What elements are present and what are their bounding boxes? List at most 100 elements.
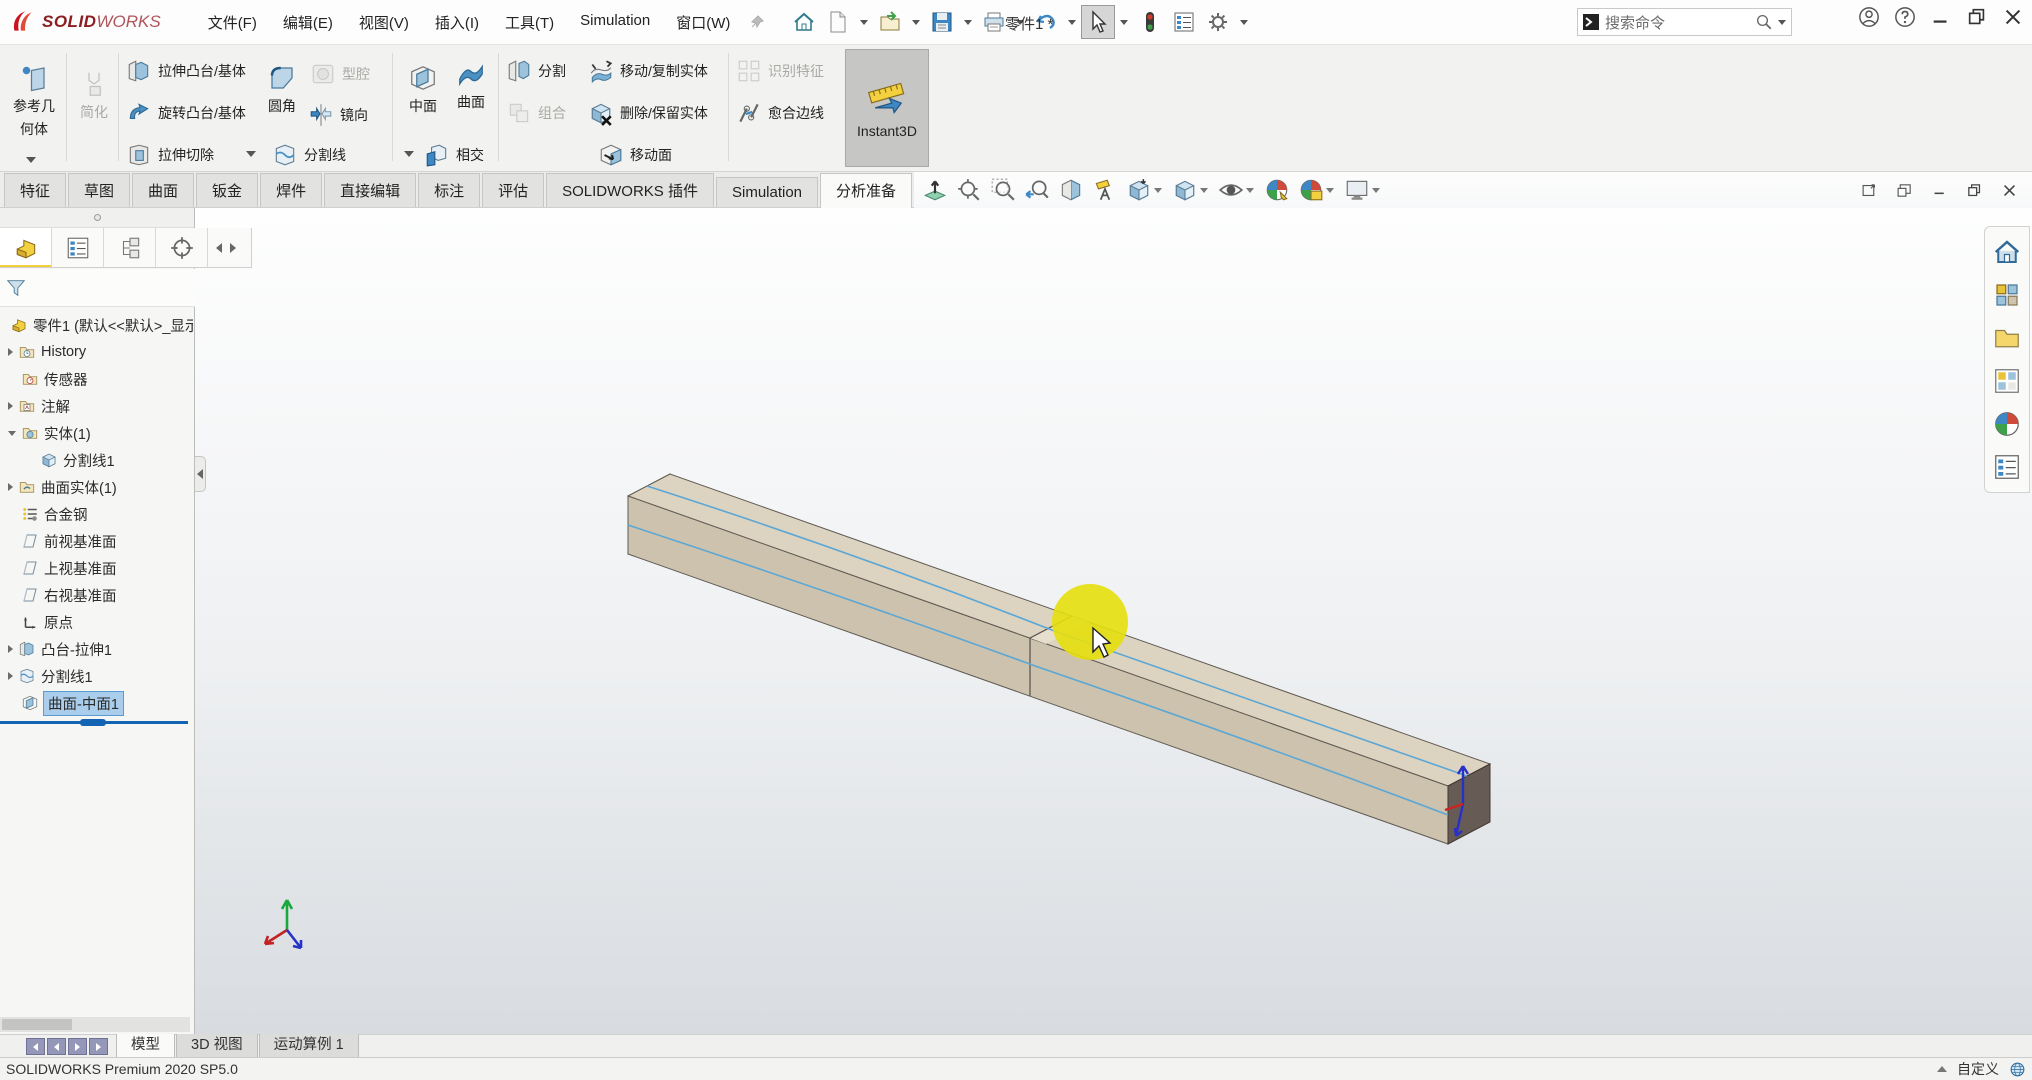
expand-arrow-icon[interactable]: [8, 483, 13, 491]
expand-arrow-icon[interactable]: [8, 672, 13, 680]
appearances-scenes-icon[interactable]: [1985, 404, 2029, 444]
account-icon[interactable]: [1858, 6, 1880, 28]
tree-item-right-plane[interactable]: 右视基准面: [0, 582, 193, 608]
tab-markup[interactable]: 标注: [418, 173, 480, 207]
pin-menu-icon[interactable]: [749, 14, 765, 30]
tree-item-material[interactable]: 合金钢: [0, 501, 193, 527]
view-orientation-icon[interactable]: [1124, 175, 1166, 205]
panel-splitter[interactable]: [0, 208, 194, 228]
minimize-icon[interactable]: [1930, 6, 1952, 28]
tab-feature-manager[interactable]: [0, 228, 52, 267]
surface-button[interactable]: 曲面: [450, 59, 492, 112]
split-line-more-dropdown[interactable]: [404, 151, 414, 157]
new-document-button[interactable]: [821, 5, 855, 39]
reference-geometry-button[interactable]: 参考几何体: [6, 63, 62, 139]
doc-restore-icon[interactable]: [1966, 182, 1983, 199]
tree-item-sensors[interactable]: 传感器: [0, 366, 193, 392]
menu-edit[interactable]: 编辑(E): [270, 6, 346, 39]
move-copy-body-button[interactable]: 移动/复制实体: [588, 58, 708, 84]
expand-arrow-icon[interactable]: [8, 348, 13, 356]
tab-addins[interactable]: SOLIDWORKS 插件: [546, 173, 714, 207]
apply-scene-icon[interactable]: [1296, 175, 1338, 205]
extrude-cut-button[interactable]: 拉伸切除: [126, 142, 214, 168]
command-search[interactable]: 搜索命令: [1577, 8, 1792, 36]
first-tab-icon[interactable]: [26, 1038, 45, 1055]
last-tab-icon[interactable]: [89, 1038, 108, 1055]
section-view-icon[interactable]: [1056, 175, 1086, 205]
panel-tabs-scroll-right-icon[interactable]: [230, 243, 236, 253]
previous-view-icon[interactable]: [1022, 175, 1052, 205]
tree-item-annotations[interactable]: 注解: [0, 393, 193, 419]
edit-appearance-icon[interactable]: [1262, 175, 1292, 205]
close-icon[interactable]: [2002, 6, 2024, 28]
panel-collapse-handle[interactable]: [195, 456, 206, 492]
next-tab-icon[interactable]: [68, 1038, 87, 1055]
new-document-dropdown[interactable]: [860, 20, 868, 25]
tree-item-solid-bodies[interactable]: 实体(1): [0, 420, 193, 446]
view-settings-icon[interactable]: [1342, 175, 1384, 205]
tree-item-splitline1-body[interactable]: 分割线1: [0, 447, 193, 473]
open-dropdown[interactable]: [912, 20, 920, 25]
tree-item-front-plane[interactable]: 前视基准面: [0, 528, 193, 554]
tab-property-manager[interactable]: [52, 228, 104, 267]
customize-label[interactable]: 自定义: [1957, 1059, 1999, 1079]
zoom-to-area-icon[interactable]: [988, 175, 1018, 205]
tab-simulation[interactable]: Simulation: [716, 177, 818, 207]
file-explorer-icon[interactable]: [1985, 318, 2029, 358]
expand-arrow-icon[interactable]: [8, 645, 13, 653]
search-icon[interactable]: [1755, 13, 1773, 31]
mid-surface-button[interactable]: 中面: [400, 63, 446, 116]
extrude-cut-dropdown[interactable]: [246, 151, 256, 157]
tab-surfaces[interactable]: 曲面: [132, 173, 194, 207]
panel-tabs-scroll-left-icon[interactable]: [216, 243, 222, 253]
rollback-bar[interactable]: [0, 721, 188, 724]
fillet-button[interactable]: 圆角: [260, 63, 304, 116]
revolve-boss-button[interactable]: 旋转凸台/基体: [126, 100, 246, 126]
graphics-viewport[interactable]: [195, 208, 2032, 1034]
tree-filter[interactable]: [0, 269, 195, 307]
tree-item-origin[interactable]: 原点: [0, 609, 193, 635]
globe-icon[interactable]: [2009, 1061, 2026, 1078]
solidworks-resources-icon[interactable]: [1985, 232, 2029, 272]
hide-show-items-icon[interactable]: [1216, 175, 1258, 205]
panel-horizontal-scrollbar[interactable]: [0, 1017, 190, 1032]
instant3d-button[interactable]: Instant3D: [845, 49, 929, 167]
tab-evaluate[interactable]: 评估: [482, 173, 544, 207]
help-icon[interactable]: [1894, 6, 1916, 28]
open-button[interactable]: [873, 5, 907, 39]
expand-arrow-icon[interactable]: [8, 402, 13, 410]
settings-gear-button[interactable]: [1201, 5, 1235, 39]
beam-model[interactable]: [628, 474, 1490, 844]
display-style-icon[interactable]: [1170, 175, 1212, 205]
tree-item-history[interactable]: History: [0, 339, 193, 365]
menu-view[interactable]: 视图(V): [346, 6, 422, 39]
rebuild-button[interactable]: [1133, 5, 1167, 39]
dynamic-annotation-icon[interactable]: [1090, 175, 1120, 205]
select-tool-dropdown[interactable]: [1120, 20, 1128, 25]
split-line-button[interactable]: 分割线: [272, 142, 346, 168]
tree-item-boss-extrude1[interactable]: 凸台-拉伸1: [0, 636, 193, 662]
heal-edges-button[interactable]: 愈合边线: [736, 100, 824, 126]
options-list-button[interactable]: [1167, 5, 1201, 39]
menu-file[interactable]: 文件(F): [195, 6, 270, 39]
collapse-arrow-icon[interactable]: [8, 431, 16, 436]
menu-window[interactable]: 窗口(W): [663, 6, 743, 39]
tile-window-icon[interactable]: [1861, 182, 1878, 199]
tab-weldments[interactable]: 焊件: [260, 173, 322, 207]
zoom-to-fit-icon[interactable]: [954, 175, 984, 205]
home-button[interactable]: [787, 5, 821, 39]
mirror-button[interactable]: 镜向: [308, 102, 368, 128]
tab-dimxpert-manager[interactable]: [156, 228, 208, 267]
tree-root-part[interactable]: 零件1 (默认<<默认>_显示状: [0, 312, 193, 338]
settings-gear-dropdown[interactable]: [1240, 20, 1248, 25]
tree-item-surface-bodies[interactable]: 曲面实体(1): [0, 474, 193, 500]
design-library-icon[interactable]: [1985, 275, 2029, 315]
menu-insert[interactable]: 插入(I): [422, 6, 492, 39]
save-dropdown[interactable]: [964, 20, 972, 25]
tab-model[interactable]: 模型: [116, 1030, 175, 1057]
normal-to-icon[interactable]: [920, 175, 950, 205]
tab-direct-editing[interactable]: 直接编辑: [324, 173, 416, 207]
reference-geometry-dropdown[interactable]: [26, 157, 36, 163]
intersect-button[interactable]: 相交: [424, 142, 484, 168]
extrude-boss-button[interactable]: 拉伸凸台/基体: [126, 58, 246, 84]
